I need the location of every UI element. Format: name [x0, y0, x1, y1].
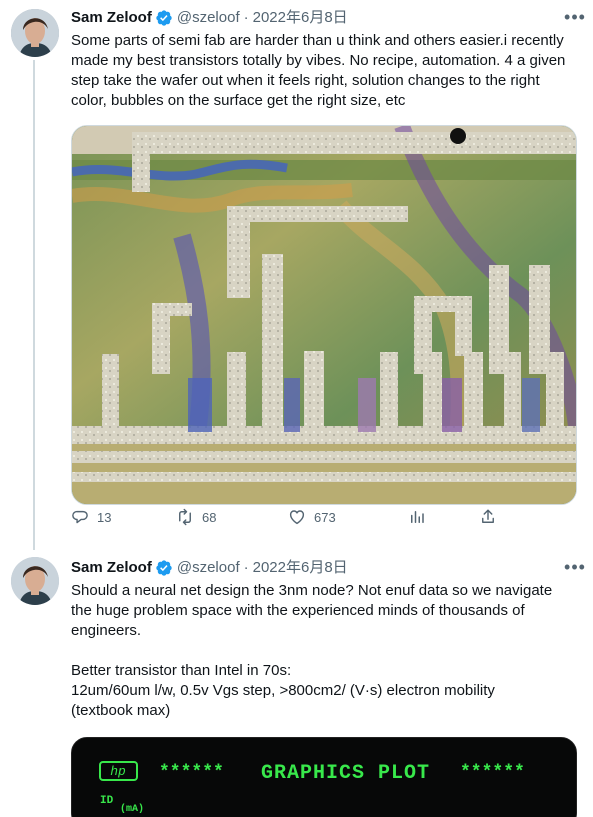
retweet-button[interactable]: 68 — [176, 506, 216, 528]
verified-badge-icon — [156, 10, 172, 26]
avatar-image — [11, 557, 59, 605]
share-button[interactable] — [479, 506, 497, 528]
reply-count: 13 — [97, 509, 112, 525]
avatar[interactable] — [11, 557, 59, 605]
retweet-count: 68 — [202, 509, 217, 525]
author-handle[interactable]: @szeloof — [177, 8, 240, 28]
share-icon — [482, 509, 494, 523]
views-button[interactable] — [408, 506, 426, 528]
tweet-content: Sam Zeloof @szeloof · 2022年6月8日 ••• Shou… — [71, 558, 585, 817]
tweet-date[interactable]: 2022年6月8日 — [253, 8, 348, 28]
tweet-content: Sam Zeloof @szeloof · 2022年6月8日 ••• Some… — [71, 8, 585, 505]
plot-axis-unit: (mA) — [120, 803, 144, 815]
microscope-image — [72, 126, 576, 504]
tweet-header: Sam Zeloof @szeloof · 2022年6月8日 — [71, 558, 576, 578]
thread-connector — [33, 60, 35, 550]
retweet-icon — [179, 508, 191, 526]
plot-stars-right: ****** — [460, 763, 525, 783]
author-name[interactable]: Sam Zeloof — [71, 8, 152, 28]
reply-icon — [72, 510, 88, 524]
author-handle[interactable]: @szeloof — [177, 558, 240, 578]
heart-icon — [289, 510, 305, 525]
separator-dot: · — [243, 9, 249, 26]
hp-logo-text: hp — [110, 764, 126, 779]
like-count: 673 — [314, 509, 336, 525]
like-button[interactable]: 673 — [288, 506, 336, 528]
tweet-date[interactable]: 2022年6月8日 — [253, 558, 348, 578]
more-horizontal-icon[interactable]: ••• — [564, 8, 585, 26]
tweet-text: Should a neural net design the 3nm node?… — [71, 582, 553, 719]
avatar[interactable] — [11, 9, 59, 57]
verified-badge-icon — [156, 560, 172, 576]
separator-dot: · — [243, 559, 249, 576]
views-icon — [411, 511, 424, 523]
tweet-image-transistor-micrograph[interactable] — [71, 125, 577, 505]
plot-stars-left: ****** — [159, 763, 224, 783]
plot-title: GRAPHICS PLOT — [261, 762, 430, 785]
tweet-image-graphics-plot[interactable]: hp ****** GRAPHICS PLOT ****** ID (mA) — [71, 737, 577, 817]
more-horizontal-icon[interactable]: ••• — [564, 558, 585, 576]
graphics-plot-screen: hp ****** GRAPHICS PLOT ****** ID (mA) — [72, 738, 576, 817]
plot-axis-label: ID — [100, 795, 114, 807]
author-name[interactable]: Sam Zeloof — [71, 558, 152, 578]
tweet-header: Sam Zeloof @szeloof · 2022年6月8日 — [71, 8, 576, 28]
avatar-image — [11, 9, 59, 57]
tweet-actions: 13 68 673 — [0, 506, 494, 528]
twitter-thread: Sam Zeloof @szeloof · 2022年6月8日 ••• Some… — [0, 0, 593, 817]
reply-button[interactable]: 13 — [71, 506, 111, 528]
tweet-text: Some parts of semi fab are harder than u… — [71, 32, 566, 109]
